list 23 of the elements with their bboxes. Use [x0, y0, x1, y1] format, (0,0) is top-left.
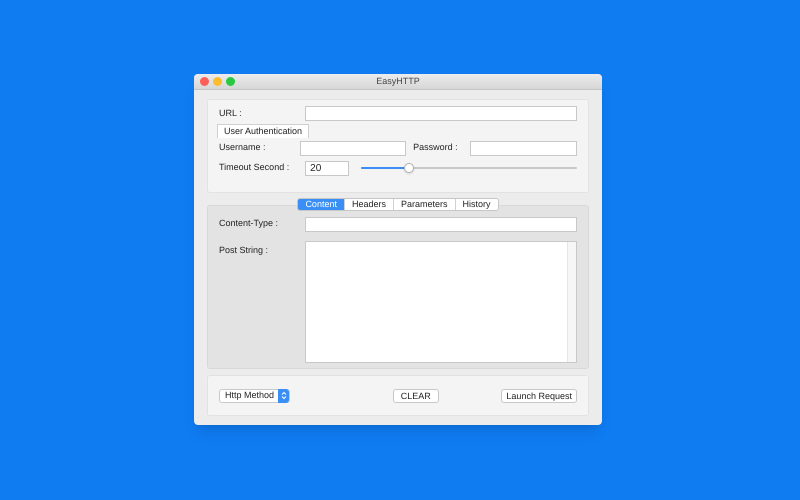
field-label: Post String :: [219, 244, 270, 257]
field-label: Username :: [219, 141, 267, 154]
timeout-slider[interactable]: [361, 163, 577, 173]
field-label: URL :: [219, 106, 243, 120]
launch-request-button[interactable]: Launch Request: [501, 388, 577, 402]
username-field[interactable]: [300, 140, 406, 156]
window-title: EasyHTTP: [376, 74, 420, 88]
http-method-select[interactable]: Http Method: [219, 388, 290, 402]
tab[interactable]: History: [454, 199, 498, 210]
timeout-field[interactable]: 20: [305, 160, 350, 176]
clear-button[interactable]: CLEAR: [392, 388, 439, 402]
zoom-button[interactable]: [226, 77, 235, 86]
field-label: Content-Type :: [219, 217, 280, 230]
minimize-button[interactable]: [213, 77, 222, 86]
password-field[interactable]: [470, 140, 577, 156]
close-button[interactable]: [200, 77, 209, 86]
user-authentication-button[interactable]: User Authentication: [217, 124, 310, 138]
stepper-icon: [278, 388, 290, 402]
field-label: Password :: [413, 141, 459, 154]
url-field[interactable]: [305, 106, 577, 121]
field-label: Timeout Second :: [219, 161, 290, 174]
content-type-field[interactable]: [305, 216, 577, 232]
post-string-area[interactable]: [305, 241, 577, 363]
